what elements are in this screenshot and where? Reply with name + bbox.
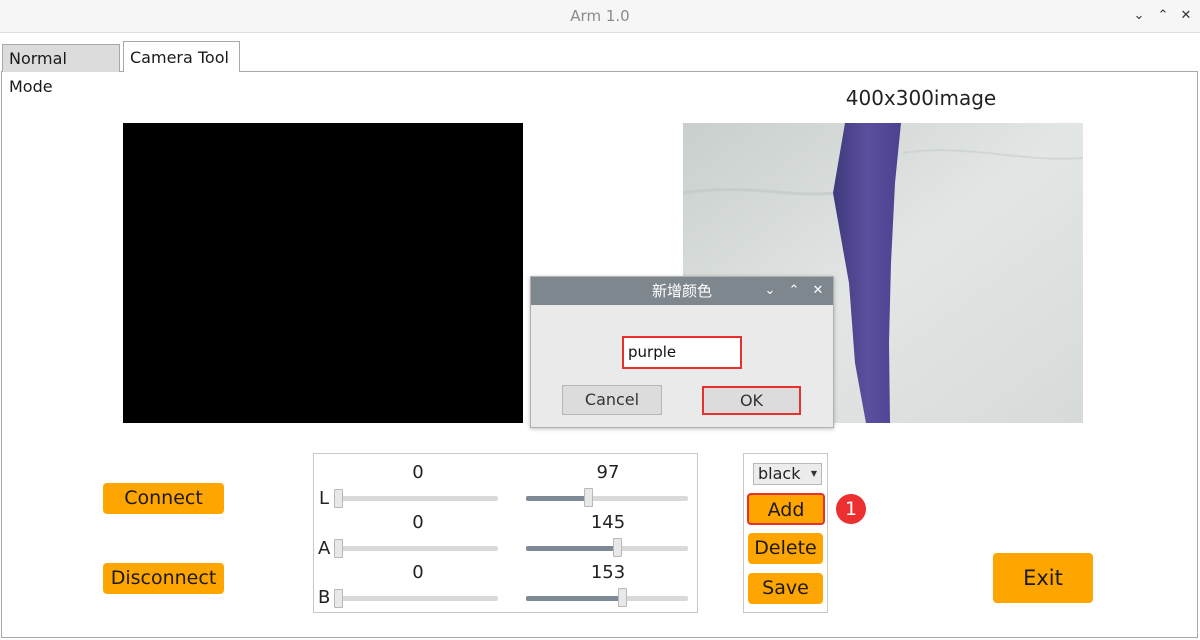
dialog-minimize-icon[interactable]: ⌄ xyxy=(760,281,780,301)
l-max-value: 97 xyxy=(596,462,620,483)
add-color-dialog: 新增颜色 ⌄ ⌃ ✕ purple Cancel OK xyxy=(530,276,834,428)
b-max-slider-handle[interactable] xyxy=(618,588,627,607)
window-title: Arm 1.0 xyxy=(570,7,630,25)
b-min-slider-handle[interactable] xyxy=(334,589,343,608)
dialog-close-icon[interactable]: ✕ xyxy=(808,281,828,301)
dialog-maximize-icon[interactable]: ⌃ xyxy=(784,281,804,301)
a-min-slider[interactable] xyxy=(335,546,498,551)
maximize-icon[interactable]: ⌃ xyxy=(1153,6,1173,26)
connect-button[interactable]: Connect xyxy=(103,483,224,514)
ok-button[interactable]: OK xyxy=(702,386,801,415)
b-min-slider[interactable] xyxy=(335,596,498,601)
save-button[interactable]: Save xyxy=(748,573,823,604)
tab-camera-tool[interactable]: Camera Tool xyxy=(123,41,240,72)
l-min-slider[interactable] xyxy=(335,496,498,501)
a-min-value: 0 xyxy=(412,512,424,533)
delete-button[interactable]: Delete xyxy=(748,533,823,564)
color-select-value: black xyxy=(758,464,801,483)
disconnect-button[interactable]: Disconnect xyxy=(103,563,224,594)
exit-button[interactable]: Exit xyxy=(993,553,1093,603)
step-marker-1: 1 xyxy=(836,494,866,524)
b-min-value: 0 xyxy=(412,562,424,583)
a-max-value: 145 xyxy=(590,512,626,533)
color-name-input[interactable]: purple xyxy=(622,336,742,369)
chevron-down-icon: ▼ xyxy=(810,469,817,478)
tab-normal-mode[interactable]: Normal Mode xyxy=(2,44,120,96)
a-max-slider-handle[interactable] xyxy=(613,538,622,557)
a-channel-label: A xyxy=(318,538,331,559)
l-max-slider-fill xyxy=(526,496,588,501)
l-min-slider-handle[interactable] xyxy=(334,489,343,508)
a-min-slider-handle[interactable] xyxy=(334,539,343,558)
cancel-button[interactable]: Cancel xyxy=(562,385,662,415)
l-min-value: 0 xyxy=(412,462,424,483)
l-max-slider-handle[interactable] xyxy=(584,488,593,507)
b-max-slider-fill xyxy=(526,596,622,601)
b-max-value: 153 xyxy=(590,562,626,583)
b-channel-label: B xyxy=(318,587,331,608)
l-channel-label: L xyxy=(319,488,330,509)
color-select[interactable]: black ▼ xyxy=(753,463,822,485)
a-max-slider-fill xyxy=(526,546,617,551)
image-size-label: 400x300image xyxy=(845,86,997,110)
processed-image-view xyxy=(123,123,523,423)
minimize-icon[interactable]: ⌄ xyxy=(1129,6,1149,26)
add-button[interactable]: Add xyxy=(747,493,825,525)
close-icon[interactable]: ✕ xyxy=(1176,6,1196,26)
